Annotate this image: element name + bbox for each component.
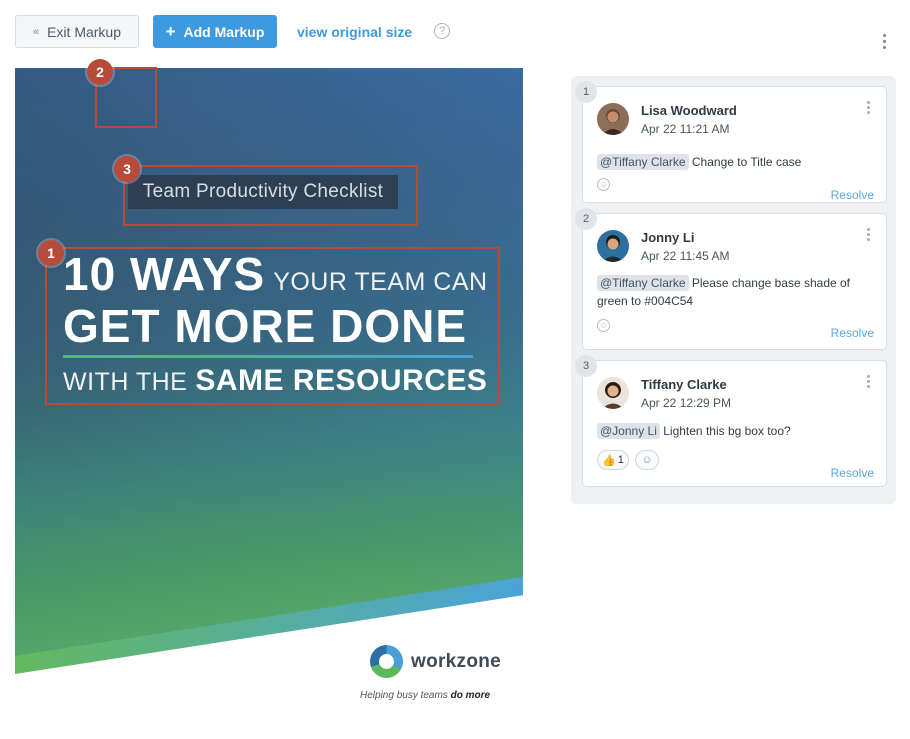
mention-tag[interactable]: @Jonny Li xyxy=(597,423,660,439)
comment-card-3[interactable]: 3 Tiffany Clarke Apr 22 12:29 PM @Jonny … xyxy=(575,355,887,487)
mention-tag[interactable]: @Tiffany Clarke xyxy=(597,275,689,291)
more-options-icon[interactable] xyxy=(878,34,890,52)
plus-icon: + xyxy=(165,22,176,41)
comment-card-2[interactable]: 2 Jonny Li Apr 22 11:45 AM @Tiffany Clar… xyxy=(575,208,887,350)
comment-text: Lighten this bg box too? xyxy=(663,424,791,438)
avatar xyxy=(597,103,629,135)
markup-rect-3[interactable] xyxy=(123,165,418,226)
double-chevron-left-icon: « xyxy=(32,25,40,38)
resolve-button[interactable]: Resolve xyxy=(831,326,874,340)
workzone-logo-icon xyxy=(370,645,403,678)
comment-text: Change to Title case xyxy=(691,155,802,169)
comment-menu-icon[interactable] xyxy=(864,101,872,117)
comment-menu-icon[interactable] xyxy=(864,375,872,391)
view-original-size-link[interactable]: view original size xyxy=(297,24,412,40)
help-icon[interactable]: ? xyxy=(434,23,450,39)
add-markup-label: Add Markup xyxy=(183,23,265,40)
comment-body: @Jonny Li Lighten this bg box too? xyxy=(597,422,791,440)
reaction-thumbs-up[interactable]: 👍 1 xyxy=(597,450,629,470)
reaction-count: 1 xyxy=(617,454,624,466)
comment-body: @Tiffany Clarke Please change base shade… xyxy=(597,274,877,310)
comment-author: Jonny Li xyxy=(641,230,695,245)
markup-rect-1[interactable] xyxy=(45,247,500,405)
comment-body: @Tiffany Clarke Change to Title case xyxy=(597,153,801,171)
add-markup-button[interactable]: + Add Markup xyxy=(153,15,277,48)
add-reaction-icon[interactable]: ☺ xyxy=(597,178,610,191)
thumbs-up-icon: 👍 xyxy=(602,454,616,467)
comment-date: Apr 22 12:29 PM xyxy=(641,396,732,410)
workzone-logo: workzone xyxy=(370,645,501,678)
avatar xyxy=(597,230,629,262)
exit-markup-button[interactable]: « Exit Markup xyxy=(15,15,139,48)
markup-pin-3[interactable]: 3 xyxy=(114,156,140,182)
comments-panel: 1 Lisa Woodward Apr 22 11:21 AM @Tiffany… xyxy=(571,76,896,504)
logo-text: workzone xyxy=(411,650,502,672)
tagline-bold: do more xyxy=(450,690,491,701)
exit-markup-label: Exit Markup xyxy=(47,23,122,40)
comment-date: Apr 22 11:21 AM xyxy=(641,122,730,136)
mention-tag[interactable]: @Tiffany Clarke xyxy=(597,154,689,170)
tagline-plain: Helping busy teams xyxy=(360,690,448,701)
resolve-button[interactable]: Resolve xyxy=(831,188,874,202)
comment-number-badge: 3 xyxy=(575,355,597,377)
comment-author: Lisa Woodward xyxy=(641,103,737,118)
comment-number-badge: 1 xyxy=(575,81,597,103)
comment-date: Apr 22 11:45 AM xyxy=(641,249,730,263)
add-reaction-icon[interactable]: ☺ xyxy=(597,319,610,332)
markup-pin-1[interactable]: 1 xyxy=(38,240,64,266)
avatar xyxy=(597,377,629,409)
comment-author: Tiffany Clarke xyxy=(641,377,727,392)
comment-number-badge: 2 xyxy=(575,208,597,230)
markup-pin-2[interactable]: 2 xyxy=(87,59,113,85)
add-reaction-icon[interactable]: ☺ xyxy=(635,450,659,470)
tagline: Helping busy teams do more xyxy=(360,690,490,701)
resolve-button[interactable]: Resolve xyxy=(831,466,874,480)
comment-card-1[interactable]: 1 Lisa Woodward Apr 22 11:21 AM @Tiffany… xyxy=(575,81,887,203)
comment-menu-icon[interactable] xyxy=(864,228,872,244)
